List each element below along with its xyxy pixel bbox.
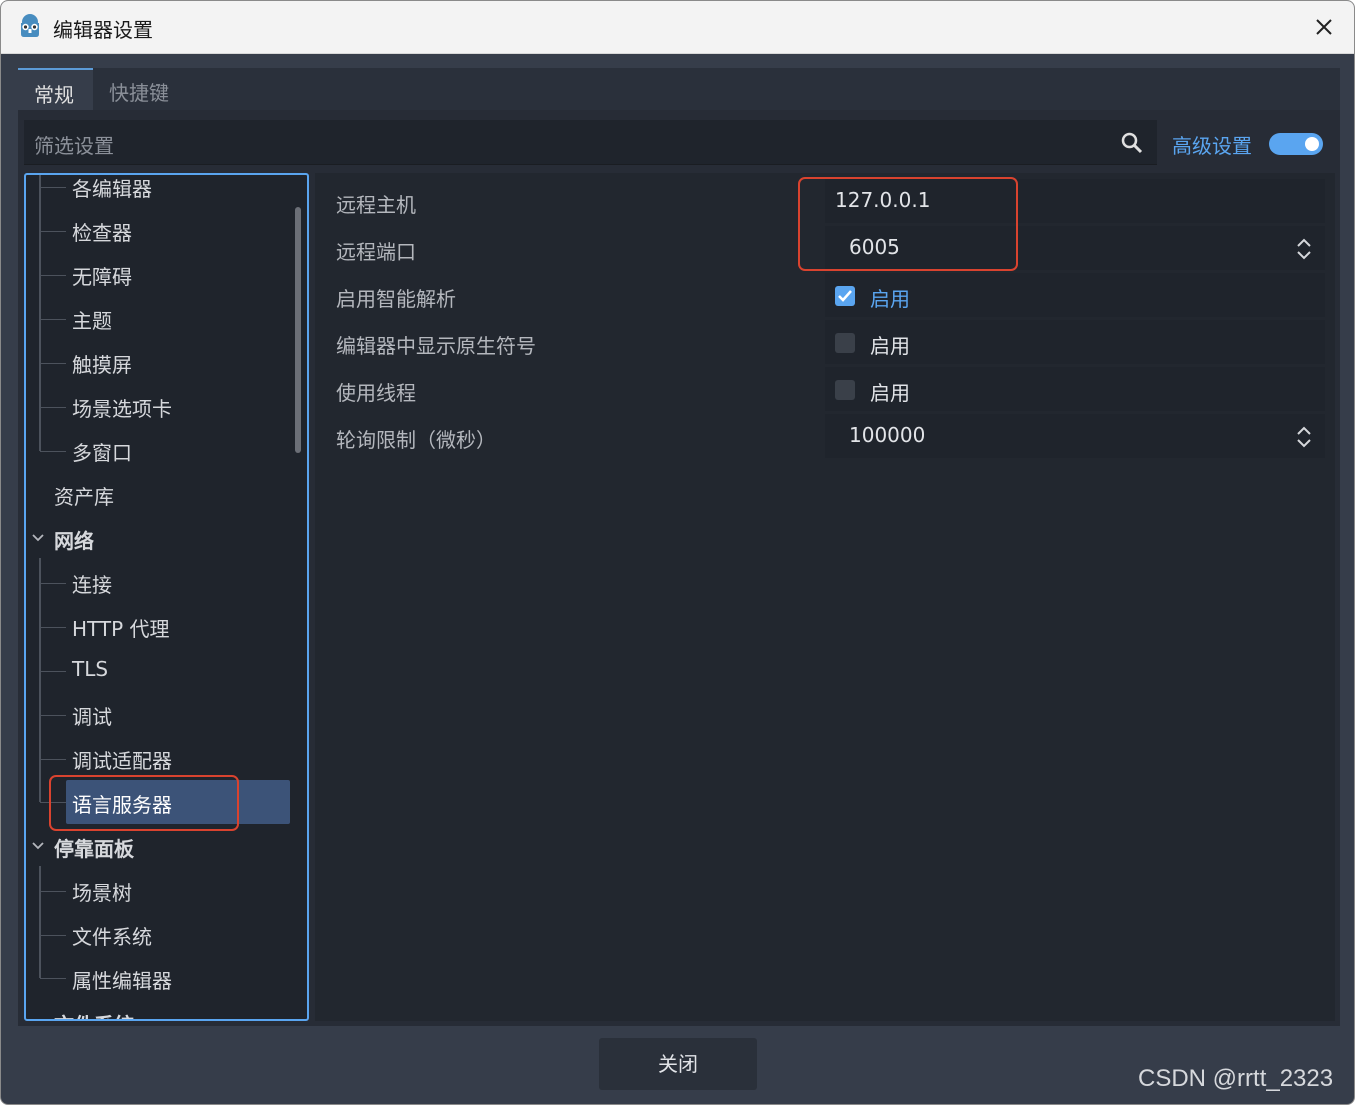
field-value: 100000 (849, 423, 926, 447)
checkbox-label: 启用 (870, 334, 910, 358)
tree-item-accessibility[interactable]: 无障碍 (72, 261, 132, 290)
chevron-down-icon[interactable] (32, 533, 44, 543)
tree-item-network[interactable]: 网络 (54, 525, 94, 554)
tab-bar: 常规 快捷键 (18, 68, 1340, 110)
tree-item-filesystem-dock[interactable]: 文件系统 (72, 921, 152, 950)
tree-item-asset-library[interactable]: 资产库 (54, 481, 114, 510)
tree-item-debug[interactable]: 调试 (72, 701, 112, 730)
property-label: 轮询限制（微秒） (336, 428, 496, 452)
tree-connector (40, 231, 66, 232)
tree-item-multi-window[interactable]: 多窗口 (72, 437, 132, 466)
godot-app-icon (21, 14, 39, 37)
checkbox-unchecked[interactable] (835, 333, 855, 353)
tree-item-filesystem[interactable]: 文件系统 (54, 1009, 134, 1019)
tree-connector (40, 407, 66, 408)
settings-category-tree: 各编辑器 检查器 无障碍 主题 触摸屏 场景选项卡 多窗口 资产库 网络 连接 … (24, 173, 309, 1021)
chevron-down-icon[interactable] (32, 841, 44, 851)
toggle-knob (1305, 137, 1319, 151)
tree-item-per-editor[interactable]: 各编辑器 (72, 175, 152, 202)
check-icon (838, 290, 852, 302)
remote-port-spinbox[interactable]: 6005 (825, 226, 1325, 270)
tree-connector (39, 175, 41, 451)
field-value: 6005 (849, 235, 900, 259)
tree-item-theme[interactable]: 主题 (72, 305, 112, 334)
poll-limit-spinbox[interactable]: 100000 (825, 414, 1325, 458)
checkbox-label: 启用 (870, 381, 910, 405)
property-label: 编辑器中显示原生符号 (336, 334, 536, 358)
spin-arrows-icon[interactable] (1295, 237, 1313, 261)
tree-connector (40, 363, 66, 364)
tree-item-http-proxy[interactable]: HTTP 代理 (72, 613, 170, 642)
properties-panel: 远程主机 127.0.0.1 远程端口 6005 启用智能解析 启用 编辑器中显… (315, 173, 1335, 1021)
filter-input[interactable]: 筛选设置 (24, 120, 1157, 165)
close-icon[interactable] (1310, 13, 1338, 41)
checkbox-unchecked[interactable] (835, 380, 855, 400)
tree-item-tls[interactable]: TLS (72, 657, 108, 681)
tree-connector (40, 802, 66, 803)
close-button[interactable]: 关闭 (599, 1038, 757, 1090)
tree-item-touchscreen[interactable]: 触摸屏 (72, 349, 132, 378)
tree-connector (40, 891, 66, 892)
tab-general[interactable]: 常规 (18, 68, 93, 110)
remote-host-field[interactable]: 127.0.0.1 (825, 179, 1325, 223)
tree-item-scene-tree[interactable]: 场景树 (72, 877, 132, 906)
checkbox-label: 启用 (870, 287, 910, 311)
tree-connector (40, 759, 66, 760)
tree-connector (40, 583, 66, 584)
tree-connector (39, 558, 41, 802)
editor-settings-window: 编辑器设置 常规 快捷键 筛选设置 高级设置 各编辑器 检查器 无障碍 主题 触… (0, 0, 1355, 1105)
tree-connector (40, 319, 66, 320)
tree-connector (40, 451, 66, 452)
tree-item-docks[interactable]: 停靠面板 (54, 833, 134, 862)
spin-arrows-icon[interactable] (1295, 425, 1313, 449)
field-value: 127.0.0.1 (835, 188, 931, 212)
title-bar: 编辑器设置 (1, 1, 1354, 54)
tree-connector (40, 627, 66, 628)
tree-scrollbar[interactable] (295, 207, 301, 453)
tree-item-language-server[interactable]: 语言服务器 (72, 789, 172, 818)
watermark: CSDN @rrtt_2323 (1138, 1065, 1334, 1092)
settings-panel: 常规 快捷键 筛选设置 高级设置 各编辑器 检查器 无障碍 主题 触摸屏 场景选… (18, 68, 1340, 1026)
advanced-settings-toggle[interactable] (1269, 133, 1323, 155)
show-native-symbols-checkbox[interactable]: 启用 (825, 320, 1325, 364)
window-title: 编辑器设置 (53, 18, 153, 42)
property-label: 远程端口 (336, 240, 416, 264)
tree-connector (40, 935, 66, 936)
tree-connector (40, 187, 66, 188)
tree-item-inspector-dock[interactable]: 属性编辑器 (72, 965, 172, 994)
tree-connector (40, 275, 66, 276)
property-label: 启用智能解析 (336, 287, 456, 311)
tree-connector (40, 671, 66, 672)
tree-connector (40, 715, 66, 716)
tree-item-scene-tabs[interactable]: 场景选项卡 (72, 393, 172, 422)
tree-item-connection[interactable]: 连接 (72, 569, 112, 598)
tree-item-debug-adapter[interactable]: 调试适配器 (72, 745, 172, 774)
smart-resolve-checkbox[interactable]: 启用 (825, 273, 1325, 317)
filter-placeholder: 筛选设置 (34, 134, 114, 158)
advanced-settings-label[interactable]: 高级设置 (1172, 130, 1252, 159)
search-icon[interactable] (1121, 132, 1143, 154)
tab-shortcuts[interactable]: 快捷键 (93, 68, 185, 110)
tree-connector (40, 978, 66, 979)
checkbox-checked[interactable] (835, 286, 855, 306)
property-label: 使用线程 (336, 381, 416, 405)
property-label: 远程主机 (336, 193, 416, 217)
tree-item-inspector[interactable]: 检查器 (72, 217, 132, 246)
tree-connector (39, 866, 41, 978)
use-thread-checkbox[interactable]: 启用 (825, 367, 1325, 411)
